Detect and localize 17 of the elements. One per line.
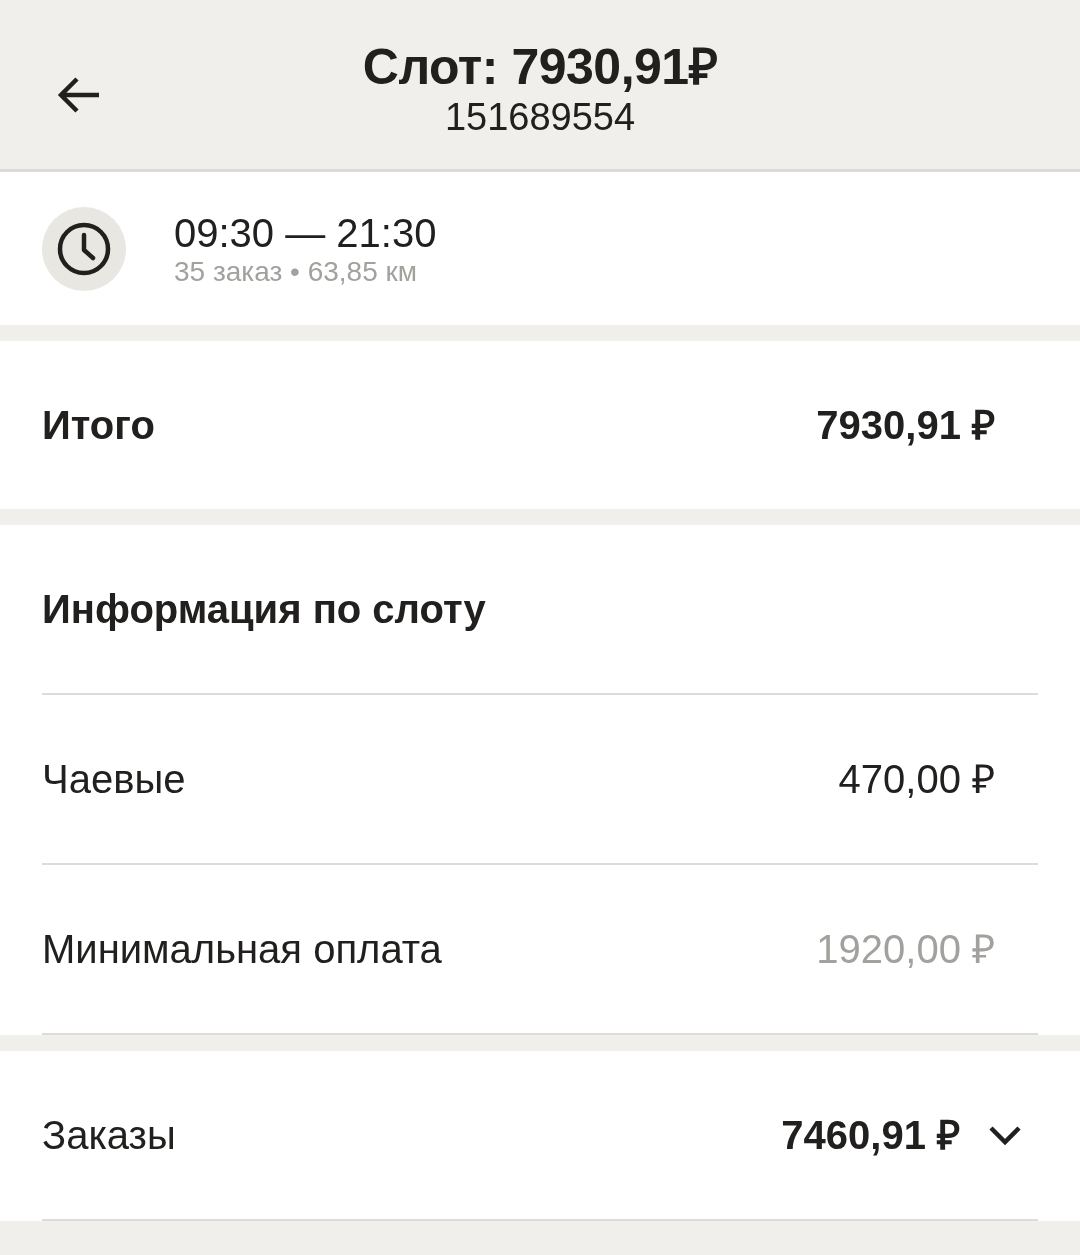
- info-value: 470,00 ₽: [838, 756, 995, 803]
- clock-icon: [42, 206, 126, 291]
- section-title: Информация по слоту: [42, 586, 486, 633]
- total-value: 7930,91 ₽: [816, 402, 995, 449]
- orders-value: 7460,91 ₽: [781, 1112, 960, 1159]
- orders-distance-summary: 35 заказ • 63,85 км: [174, 255, 418, 288]
- total-label: Итого: [42, 402, 155, 449]
- back-arrow-icon: [57, 77, 101, 113]
- slot-title: Слот: 7930,91₽: [362, 38, 718, 95]
- orders-label: Заказы: [42, 1112, 176, 1159]
- time-range: 09:30 — 21:30: [174, 209, 437, 256]
- info-label: Чаевые: [42, 756, 186, 803]
- info-value: 1920,00 ₽: [816, 926, 995, 973]
- info-label: Минимальная оплата: [42, 926, 442, 973]
- chevron-icon: [988, 1124, 1022, 1146]
- expand-button[interactable]: [988, 1124, 1022, 1146]
- slot-number: 151689554: [444, 94, 636, 139]
